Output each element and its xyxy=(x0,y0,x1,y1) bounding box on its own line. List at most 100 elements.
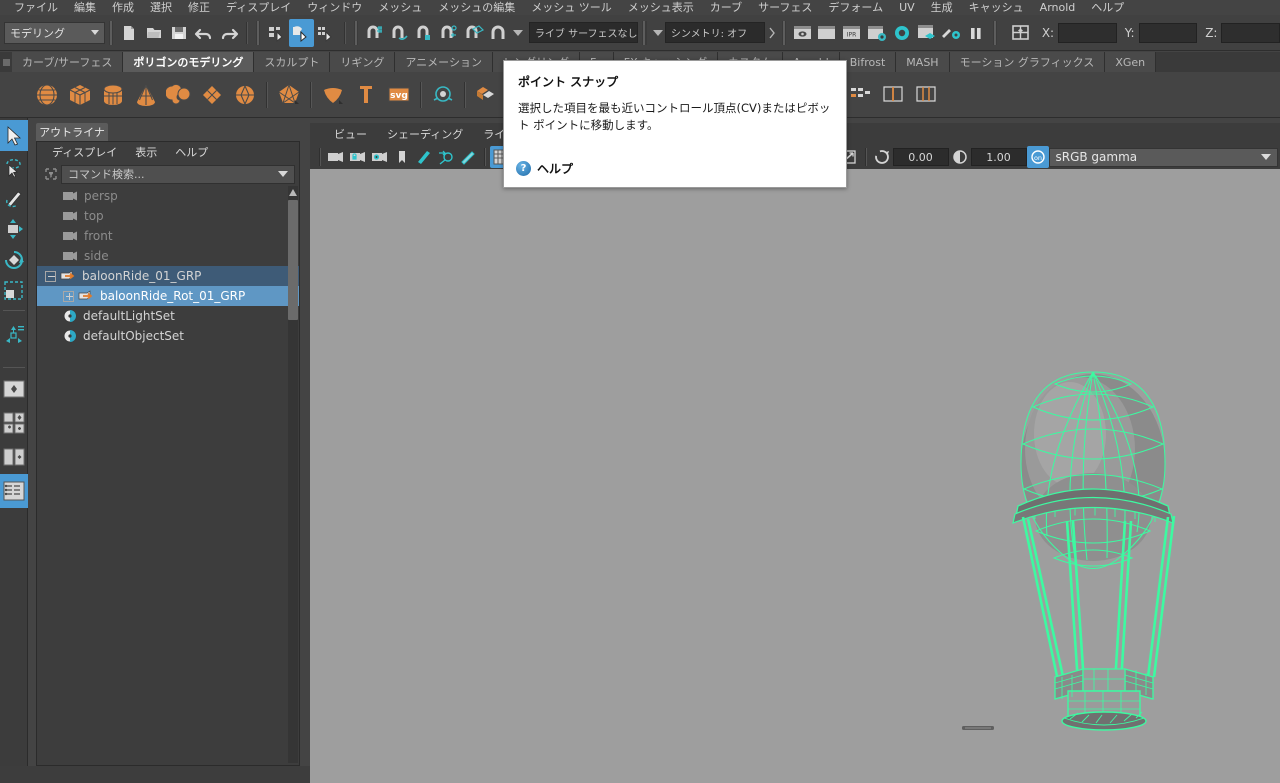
shelf-tab-13[interactable]: XGen xyxy=(1105,52,1157,72)
outliner-tab[interactable]: アウトライナ xyxy=(36,123,108,141)
outliner-row[interactable]: baloonRide_01_GRP xyxy=(37,266,299,286)
pause-icon[interactable] xyxy=(964,19,989,47)
layout-persp-outliner[interactable] xyxy=(0,474,28,508)
toolbar-gripper[interactable] xyxy=(992,20,998,45)
two-d-pan-zoom-icon[interactable] xyxy=(435,146,457,168)
move-tool[interactable] xyxy=(0,213,28,244)
toggle-selection-mask-icon[interactable] xyxy=(1009,19,1034,47)
bookmark-icon[interactable] xyxy=(391,146,413,168)
outliner-menu-0[interactable]: ディスプレイ xyxy=(43,144,126,160)
outliner-row[interactable]: side xyxy=(37,246,299,266)
ipr-render-icon[interactable]: IPR xyxy=(840,19,865,47)
poly-torus-icon[interactable] xyxy=(162,78,195,112)
render-sequence-icon[interactable] xyxy=(815,19,840,47)
collapse-icon[interactable] xyxy=(45,270,56,282)
poly-disc-icon[interactable] xyxy=(228,78,261,112)
image-plane-icon[interactable] xyxy=(413,146,435,168)
toolbar-gripper[interactable] xyxy=(353,20,358,45)
poly-type-icon[interactable] xyxy=(426,78,459,112)
menu-item-8[interactable]: メッシュの編集 xyxy=(430,2,523,13)
snap-options-chevron-icon[interactable] xyxy=(511,19,525,47)
menu-item-15[interactable]: 生成 xyxy=(923,2,961,13)
axis-x-input[interactable] xyxy=(1058,22,1117,43)
isolate-select-icon[interactable] xyxy=(457,146,479,168)
outliner-row[interactable]: defaultObjectSet xyxy=(37,326,299,346)
exposure-value[interactable]: 0.00 xyxy=(892,148,949,166)
menu-item-10[interactable]: メッシュ表示 xyxy=(620,2,702,13)
render-setup-icon[interactable] xyxy=(914,19,939,47)
symmetry-field[interactable]: シンメトリ: オフ xyxy=(664,22,766,43)
outliner-menu-1[interactable]: 表示 xyxy=(126,144,166,160)
toolbar-gripper[interactable] xyxy=(108,20,113,45)
poly-platonic-icon[interactable] xyxy=(272,78,305,112)
menuset-mode-selector[interactable]: モデリング xyxy=(4,21,105,44)
expand-icon[interactable] xyxy=(63,290,74,302)
combine-icon[interactable] xyxy=(470,78,503,112)
menu-item-0[interactable]: ファイル xyxy=(6,2,66,13)
menu-item-1[interactable]: 編集 xyxy=(66,2,104,13)
poly-cube-icon[interactable] xyxy=(63,78,96,112)
select-hierarchy-icon[interactable] xyxy=(264,19,289,47)
snap-projected-center-icon[interactable] xyxy=(436,19,461,47)
poly-soft-shape-icon[interactable] xyxy=(316,78,349,112)
select-object-icon[interactable] xyxy=(289,18,314,47)
outliner-row[interactable]: front xyxy=(37,226,299,246)
camera-attributes-icon[interactable] xyxy=(369,146,391,168)
outliner-row[interactable]: top xyxy=(37,206,299,226)
menu-item-9[interactable]: メッシュ ツール xyxy=(523,2,620,13)
poly-sculpt-icon[interactable] xyxy=(844,78,877,112)
shelf-tab-2[interactable]: スカルプト xyxy=(254,52,331,72)
toolbar-gripper[interactable] xyxy=(781,20,787,45)
shelf-tab-12[interactable]: モーション グラフィックス xyxy=(949,52,1106,72)
gamma-icon[interactable] xyxy=(949,146,971,168)
menu-item-18[interactable]: ヘルプ xyxy=(1083,2,1132,13)
menu-item-12[interactable]: サーフェス xyxy=(750,2,820,13)
shelf-tab-4[interactable]: アニメーション xyxy=(395,52,493,72)
menu-item-13[interactable]: デフォーム xyxy=(820,2,891,13)
axis-z-input[interactable] xyxy=(1221,22,1280,43)
shelf-tab-11[interactable]: MASH xyxy=(896,52,950,72)
shelf-tab-grip[interactable] xyxy=(0,52,12,72)
save-scene-icon[interactable] xyxy=(167,19,192,47)
menu-item-2[interactable]: 作成 xyxy=(104,2,142,13)
menu-item-14[interactable]: UV xyxy=(891,2,923,13)
color-management-icon[interactable]: on xyxy=(1026,146,1049,168)
lasso-select-tool[interactable] xyxy=(0,151,28,182)
toolbar-gripper[interactable] xyxy=(642,20,647,45)
offset-edge-loop-icon[interactable] xyxy=(910,78,943,112)
toolbar-gripper[interactable] xyxy=(255,20,261,45)
exposure-icon[interactable] xyxy=(871,146,893,168)
outliner-row[interactable]: defaultLightSet xyxy=(37,306,299,326)
light-editor-icon[interactable] xyxy=(939,19,964,47)
poly-cylinder-icon[interactable] xyxy=(96,78,129,112)
live-surface-field[interactable]: ライブ サーフェスなし xyxy=(528,22,639,43)
viewport-canvas[interactable] xyxy=(310,169,1280,783)
menu-item-11[interactable]: カーブ xyxy=(702,2,750,13)
symmetry-chevron-icon[interactable] xyxy=(651,19,665,47)
shelf-tab-3[interactable]: リギング xyxy=(330,52,396,72)
tooltip-help-link[interactable]: ? ヘルプ xyxy=(516,160,573,177)
menu-item-5[interactable]: ディスプレイ xyxy=(218,2,299,13)
outliner-row[interactable]: baloonRide_Rot_01_GRP xyxy=(37,286,299,306)
select-tool[interactable] xyxy=(0,120,28,151)
poly-cone-icon[interactable] xyxy=(129,78,162,112)
color-profile-selector[interactable]: sRGB gamma xyxy=(1048,147,1278,167)
menu-item-16[interactable]: キャッシュ xyxy=(961,2,1032,13)
shelf-tab-10[interactable]: Bifrost xyxy=(839,52,897,72)
poly-sphere-icon[interactable] xyxy=(30,78,63,112)
gamma-value[interactable]: 1.00 xyxy=(970,148,1027,166)
menu-item-4[interactable]: 修正 xyxy=(180,2,218,13)
rotate-tool[interactable] xyxy=(0,244,28,275)
scale-tool[interactable] xyxy=(0,275,28,306)
axis-y-input[interactable] xyxy=(1138,22,1198,43)
outliner-search-input[interactable]: コマンド検索... xyxy=(61,164,295,184)
paint-select-tool[interactable] xyxy=(0,182,28,213)
outliner-scroll-thumb[interactable] xyxy=(288,200,298,320)
viewport-menu-1[interactable]: シェーディング xyxy=(377,126,473,142)
layout-single-pane[interactable] xyxy=(0,372,28,406)
lock-camera-icon[interactable] xyxy=(347,146,369,168)
scroll-up-icon[interactable] xyxy=(288,187,298,198)
menu-item-17[interactable]: Arnold xyxy=(1032,2,1084,13)
menu-item-6[interactable]: ウィンドウ xyxy=(299,2,370,13)
layout-two-pane[interactable] xyxy=(0,406,28,440)
